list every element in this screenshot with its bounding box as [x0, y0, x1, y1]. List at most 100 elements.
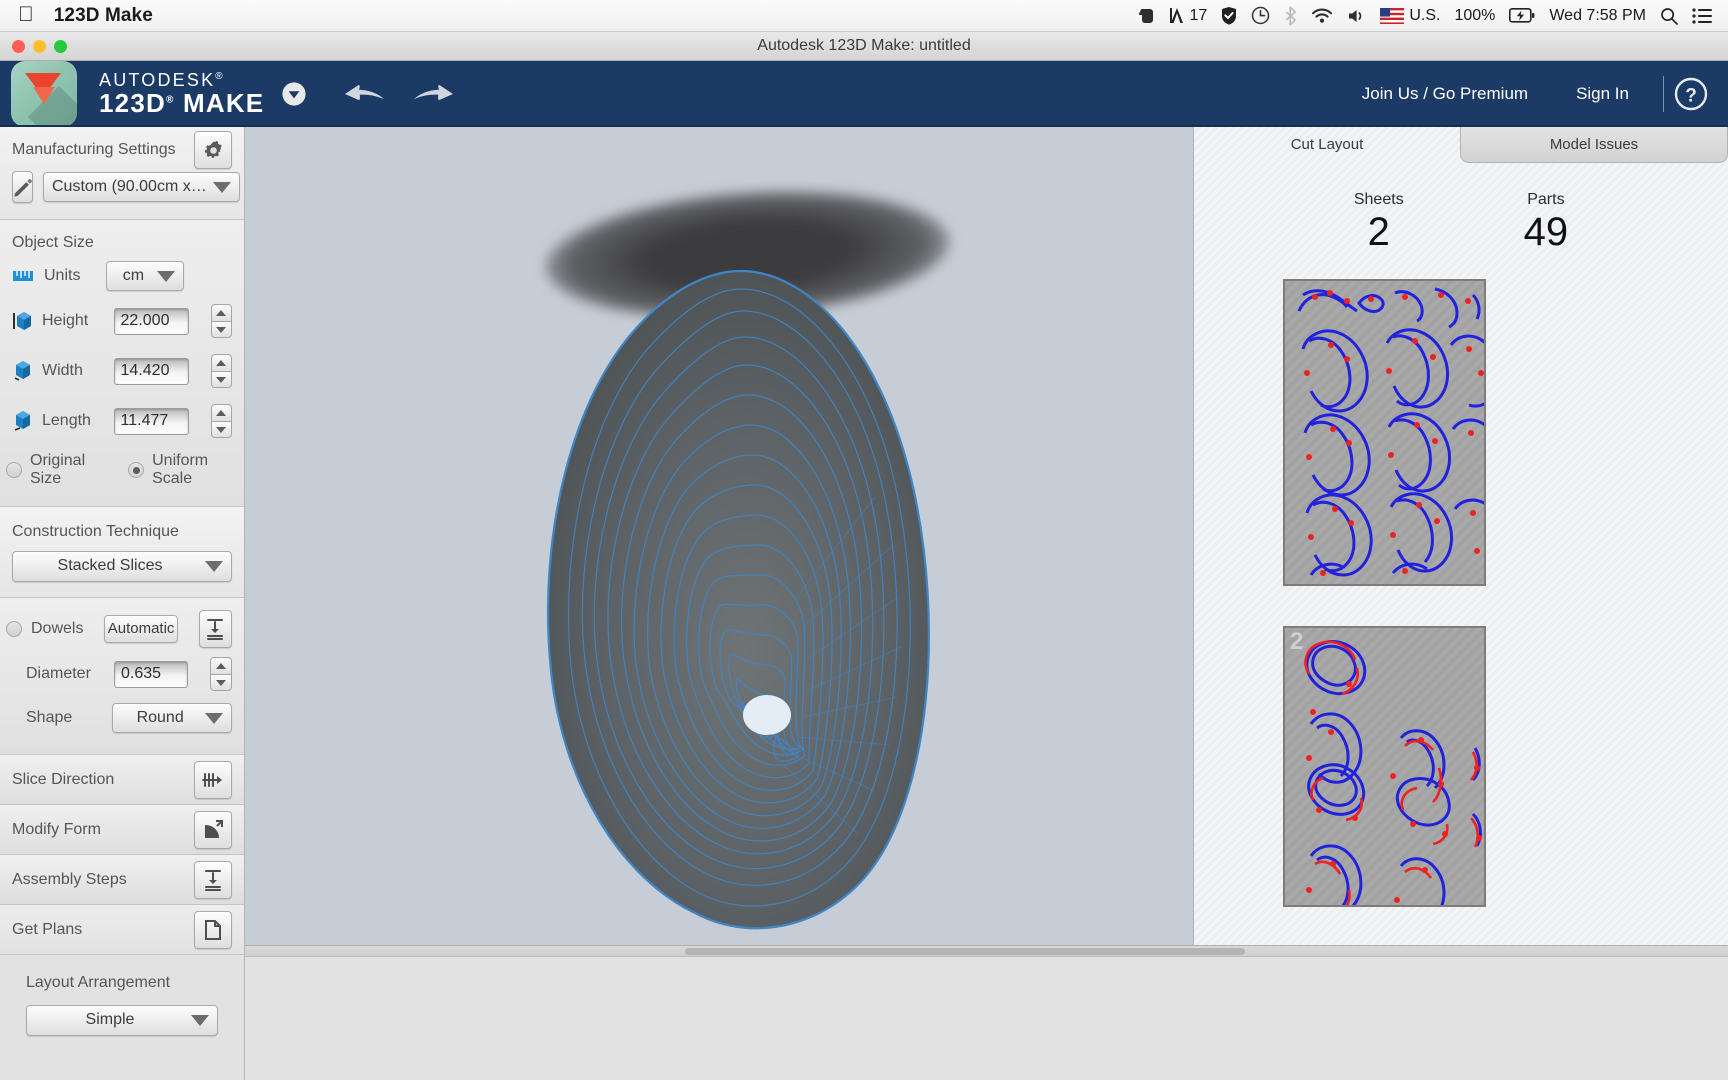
- search-icon[interactable]: [1660, 7, 1678, 25]
- wifi-icon[interactable]: [1311, 7, 1333, 24]
- alfred-count: 17: [1189, 6, 1208, 24]
- height-label: Height: [42, 312, 89, 329]
- model-viewport[interactable]: LEFT BACK: [245, 127, 1193, 945]
- shape-select[interactable]: Round: [112, 703, 232, 733]
- tab-model-issues[interactable]: Model Issues: [1460, 127, 1728, 163]
- scrollbar-thumb[interactable]: [685, 948, 1245, 955]
- app-logo-icon: [11, 61, 77, 127]
- pencil-icon[interactable]: [12, 171, 33, 203]
- width-input[interactable]: 14.420: [113, 357, 189, 385]
- stat-sheets-label: Sheets: [1353, 191, 1404, 208]
- dowels-section: Dowels Automatic Diameter 0.635 Shape Ro…: [0, 598, 244, 755]
- window-title-bar: Autodesk 123D Make: untitled: [0, 32, 1728, 61]
- assembly-steps-label: Assembly Steps: [12, 870, 127, 888]
- gear-icon[interactable]: [194, 131, 232, 169]
- width-cube-icon: [12, 360, 32, 382]
- stat-parts-label: Parts: [1527, 191, 1565, 208]
- modify-form-icon[interactable]: [194, 810, 232, 849]
- height-cube-icon: [12, 310, 32, 332]
- bluetooth-icon[interactable]: [1284, 5, 1297, 26]
- sidebar-item-modify-form[interactable]: Modify Form: [0, 805, 244, 855]
- material-select[interactable]: Custom (90.00cm x…: [43, 172, 240, 202]
- help-question-icon[interactable]: ?: [1674, 77, 1708, 111]
- stat-parts: Parts 49: [1524, 191, 1569, 253]
- zoom-button[interactable]: [54, 40, 67, 53]
- height-stepper[interactable]: [210, 304, 232, 338]
- sign-in-link[interactable]: Sign In: [1552, 84, 1653, 104]
- stat-sheets: Sheets 2: [1354, 191, 1404, 253]
- get-plans-label: Get Plans: [12, 920, 83, 938]
- evernote-icon[interactable]: [1138, 6, 1156, 25]
- window-title: Autodesk 123D Make: untitled: [757, 37, 971, 54]
- layout-arrangement-group: Layout Arrangement Simple: [0, 955, 244, 1041]
- uniform-scale-label: Uniform Scale: [152, 452, 209, 487]
- close-button[interactable]: [12, 40, 25, 53]
- units-select[interactable]: cm: [106, 261, 185, 291]
- tab-model-issues-label: Model Issues: [1549, 136, 1639, 153]
- length-stepper[interactable]: [210, 404, 232, 438]
- stat-parts-value: 49: [1523, 210, 1569, 254]
- construction-technique-select[interactable]: Stacked Slices: [12, 550, 232, 582]
- time-machine-icon[interactable]: [1251, 6, 1270, 25]
- original-size-radio[interactable]: [6, 462, 22, 478]
- sidebar-item-assembly-steps[interactable]: Assembly Steps: [0, 855, 244, 905]
- shield-check-icon[interactable]: [1221, 6, 1237, 25]
- manufacturing-settings-title: Manufacturing Settings: [12, 141, 176, 158]
- brand-line2b: MAKE: [182, 87, 265, 118]
- sheet-thumbnail[interactable]: 2: [1283, 626, 1486, 907]
- units-select-value: cm: [122, 267, 145, 284]
- sidebar-item-slice-direction[interactable]: Slice Direction: [0, 755, 244, 805]
- chevron-down-icon: [205, 712, 223, 724]
- stat-sheets-value: 2: [1367, 210, 1390, 254]
- menu-app-name[interactable]: 123D Make: [54, 5, 153, 27]
- apple-icon[interactable]: : [18, 4, 34, 25]
- construction-technique-value: Stacked Slices: [57, 557, 163, 574]
- volume-icon[interactable]: [1347, 7, 1366, 25]
- sliced-model: [546, 269, 930, 930]
- sidebar-item-get-plans[interactable]: Get Plans: [0, 905, 244, 955]
- alfred-icon[interactable]: 17: [1169, 6, 1208, 25]
- units-label: Units: [44, 267, 81, 284]
- layout-arrangement-select[interactable]: Simple: [26, 1004, 218, 1036]
- undo-arrow-icon[interactable]: [342, 81, 388, 107]
- notification-center-icon[interactable]: [1692, 7, 1712, 24]
- construction-technique-section: Construction Technique Stacked Slices: [0, 507, 244, 598]
- dowel-icon[interactable]: [198, 610, 232, 648]
- layout-stats: Sheets 2 Parts 49: [1194, 191, 1728, 253]
- diameter-input[interactable]: 0.635: [114, 660, 188, 688]
- construction-technique-title: Construction Technique: [12, 523, 179, 540]
- chevron-down-circle-icon[interactable]: [281, 81, 307, 107]
- menubar-clock[interactable]: Wed 7:58 PM: [1549, 7, 1646, 25]
- join-premium-link[interactable]: Join Us / Go Premium: [1338, 84, 1552, 104]
- tab-cut-layout[interactable]: Cut Layout: [1194, 127, 1460, 163]
- original-size-label: Original Size: [30, 452, 86, 487]
- slice-direction-icon[interactable]: [194, 760, 232, 799]
- length-input[interactable]: 11.477: [113, 407, 189, 435]
- assembly-steps-icon[interactable]: [194, 860, 232, 899]
- uniform-scale-radio[interactable]: [128, 462, 145, 478]
- horizontal-scrollbar[interactable]: [245, 946, 1728, 957]
- chevron-down-icon: [157, 270, 176, 282]
- sheet-number: 2: [1290, 628, 1304, 655]
- width-stepper[interactable]: [210, 354, 232, 388]
- get-plans-icon[interactable]: [194, 910, 232, 949]
- us-flag-icon[interactable]: U.S.: [1380, 7, 1440, 25]
- shape-select-value: Round: [136, 709, 184, 726]
- minimize-button[interactable]: [33, 40, 46, 53]
- battery-charging-icon[interactable]: [1509, 8, 1535, 23]
- dowels-label: Dowels: [31, 620, 84, 637]
- object-size-section: Object Size Units cm Height 22.000 Width…: [0, 220, 244, 507]
- right-panel-tabs: Cut Layout Model Issues: [1194, 127, 1728, 163]
- width-label: Width: [42, 362, 83, 379]
- sheet-thumbnail[interactable]: [1283, 279, 1486, 586]
- height-input[interactable]: 22.000: [113, 307, 189, 335]
- redo-arrow-icon[interactable]: [410, 81, 456, 107]
- brand-wordmark: AUTODESK® 123D® MAKE: [99, 69, 265, 118]
- tab-cut-layout-label: Cut Layout: [1290, 136, 1364, 153]
- layout-arrangement-value: Simple: [85, 1011, 135, 1028]
- svg-text:?: ?: [1685, 86, 1697, 107]
- battery-percent-label[interactable]: 100%: [1454, 7, 1495, 25]
- dowels-automatic-button[interactable]: Automatic: [104, 615, 178, 643]
- dowels-radio[interactable]: [6, 621, 22, 637]
- diameter-stepper[interactable]: [210, 657, 232, 691]
